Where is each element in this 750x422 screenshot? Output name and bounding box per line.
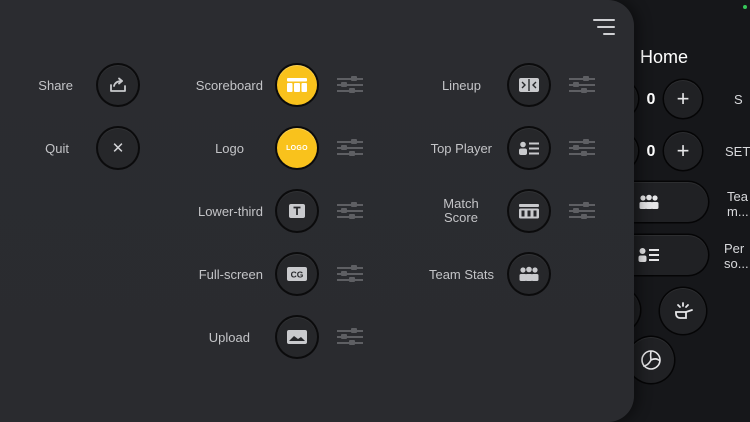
close-icon: ✕: [111, 139, 125, 157]
share-label: Share: [38, 78, 73, 93]
score-label-row1: S: [734, 92, 743, 107]
top-player-label: Top Player: [430, 141, 492, 156]
player-list-icon: [638, 248, 659, 262]
logo-icon: LOGO: [286, 144, 308, 152]
top-player-settings-icon[interactable]: [569, 139, 595, 157]
score-value-row2: 0: [646, 143, 656, 160]
team-icon: [639, 194, 659, 209]
match-score-icon: [519, 203, 539, 218]
person-label: Per so...: [724, 241, 749, 271]
plus-button-row2[interactable]: +: [664, 132, 702, 170]
plus-icon: +: [676, 86, 690, 111]
full-screen-label: Full-screen: [198, 267, 263, 282]
scoreboard-button[interactable]: [277, 65, 317, 105]
lower-third-settings-icon[interactable]: [337, 202, 363, 220]
full-screen-settings-icon[interactable]: [337, 265, 363, 283]
status-indicator: [743, 5, 747, 9]
upload-label: Upload: [208, 330, 250, 345]
team-stats-label: Team Stats: [428, 267, 494, 282]
plus-icon: +: [676, 138, 690, 163]
lineup-button[interactable]: [509, 65, 549, 105]
scoreboard-label: Scoreboard: [195, 78, 263, 93]
lineup-court-icon: [519, 78, 539, 92]
upload-settings-icon[interactable]: [337, 328, 363, 346]
svg-text:CG: CG: [291, 270, 304, 280]
full-screen-button[interactable]: CG: [277, 254, 317, 294]
logo-label: Logo: [215, 141, 244, 156]
scoreboard-settings-icon[interactable]: [337, 76, 363, 94]
quit-label: Quit: [45, 141, 69, 156]
image-upload-icon: [287, 330, 307, 344]
full-screen-cg-icon: CG: [287, 267, 307, 281]
scoreboard-icon: [287, 78, 307, 92]
match-score-button[interactable]: [509, 191, 549, 231]
team-label: Tea m...: [727, 189, 749, 219]
lower-third-label: Lower-third: [197, 204, 263, 219]
player-list-icon: [519, 141, 539, 155]
team-icon: [519, 266, 539, 281]
overlay-menu-panel: Share Quit ✕ Scoreboard Logo LOGO Lower-…: [0, 0, 634, 422]
whistle-button[interactable]: [660, 288, 706, 334]
volleyball-button[interactable]: [628, 337, 674, 383]
volleyball-icon: [641, 350, 661, 370]
menu-icon[interactable]: [591, 18, 615, 38]
logo-button[interactable]: LOGO: [277, 128, 317, 168]
home-team-title: Home: [640, 47, 689, 67]
upload-button[interactable]: [277, 317, 317, 357]
whistle-icon: [675, 302, 693, 319]
match-score-label-line1: Match: [443, 196, 479, 211]
quit-button[interactable]: ✕: [98, 128, 138, 168]
set-label: SET: [725, 144, 750, 159]
match-score-label: Match Score: [430, 197, 492, 225]
lineup-settings-icon[interactable]: [569, 76, 595, 94]
team-stats-button[interactable]: [509, 254, 549, 294]
lower-third-icon: [289, 204, 305, 218]
share-button[interactable]: [98, 65, 138, 105]
share-icon: [110, 77, 126, 92]
match-score-label-line2: Score: [444, 210, 478, 225]
score-value-row1: 0: [646, 91, 656, 108]
top-player-button[interactable]: [509, 128, 549, 168]
lower-third-button[interactable]: [277, 191, 317, 231]
lineup-label: Lineup: [441, 78, 481, 93]
match-score-settings-icon[interactable]: [569, 202, 595, 220]
logo-settings-icon[interactable]: [337, 139, 363, 157]
plus-button-row1[interactable]: +: [664, 80, 702, 118]
